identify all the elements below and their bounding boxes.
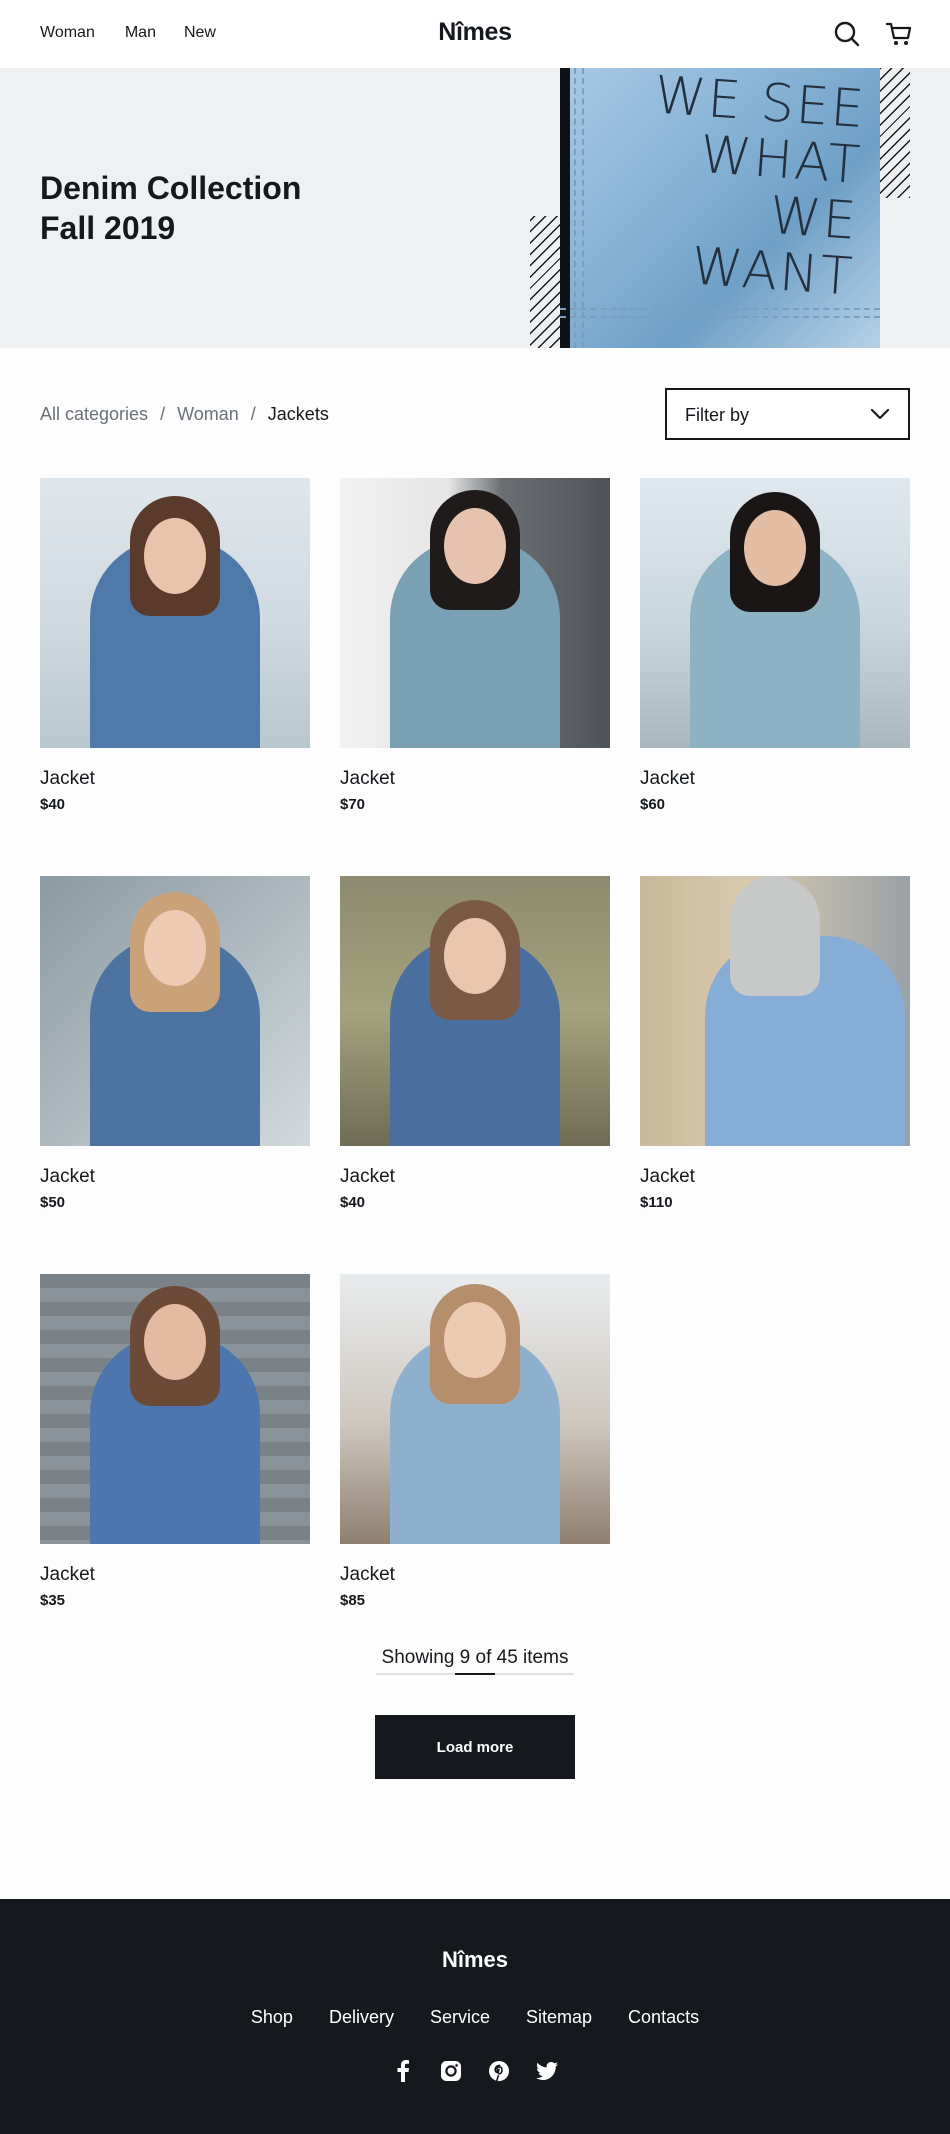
product-photo — [40, 876, 310, 1146]
items-progress-fill — [455, 1673, 495, 1675]
product-name: Jacket — [40, 1564, 95, 1585]
hero-image-shadow — [560, 68, 570, 348]
hero-title: Denim Collection Fall 2019 — [40, 168, 360, 248]
product-price: $40 — [40, 796, 66, 813]
footer-links: Shop Delivery Service Sitemap Contacts — [0, 2007, 950, 2028]
footer-logo[interactable]: Nîmes — [0, 1947, 950, 1973]
product-photo — [40, 478, 310, 748]
product-price: $50 — [40, 1194, 66, 1211]
product-price: $35 — [40, 1592, 66, 1609]
product-card[interactable]: Jacket $35 — [40, 1274, 310, 1609]
product-price: $110 — [640, 1194, 673, 1211]
breadcrumb-separator: / — [160, 404, 166, 424]
social-links — [0, 2059, 950, 2083]
footer-link-delivery[interactable]: Delivery — [329, 2007, 394, 2028]
product-photo — [40, 1274, 310, 1544]
model-face — [444, 918, 506, 994]
product-card[interactable]: Jacket $85 — [340, 1274, 610, 1609]
product-name: Jacket — [340, 768, 395, 789]
product-photo — [640, 876, 910, 1146]
product-photo — [340, 1274, 610, 1544]
cart-icon[interactable] — [886, 21, 912, 47]
model-face — [444, 508, 506, 584]
catalog-toolbar: All categories / Woman / Jackets Filter … — [0, 348, 950, 478]
site-header: Woman Man New Nîmes — [0, 0, 950, 68]
product-name: Jacket — [640, 768, 695, 789]
product-name: Jacket — [340, 1166, 395, 1187]
product-name: Jacket — [40, 768, 95, 789]
footer-link-contacts[interactable]: Contacts — [628, 2007, 699, 2028]
hero-title-line2: Fall 2019 — [40, 210, 176, 246]
header-actions — [834, 21, 912, 47]
model-face — [144, 518, 206, 594]
hero-image-hem — [560, 308, 880, 318]
model-face — [444, 1302, 506, 1378]
facebook-icon[interactable] — [391, 2059, 415, 2083]
product-price: $85 — [340, 1592, 366, 1609]
site-logo[interactable]: Nîmes — [0, 18, 950, 47]
search-icon[interactable] — [834, 21, 860, 47]
product-name: Jacket — [340, 1564, 395, 1585]
product-price: $40 — [340, 1194, 366, 1211]
hero-image-seam — [574, 68, 584, 348]
footer-link-sitemap[interactable]: Sitemap — [526, 2007, 592, 2028]
model-hair — [730, 876, 820, 996]
breadcrumb-all-categories[interactable]: All categories — [40, 404, 148, 425]
product-photo — [340, 478, 610, 748]
instagram-icon[interactable] — [439, 2059, 463, 2083]
twitter-icon[interactable] — [535, 2059, 559, 2083]
product-card[interactable]: Jacket $50 — [40, 876, 310, 1211]
footer-link-shop[interactable]: Shop — [251, 2007, 293, 2028]
model-face — [744, 510, 806, 586]
breadcrumb-current: Jackets — [267, 404, 329, 424]
breadcrumb-separator: / — [250, 404, 256, 424]
product-photo — [340, 876, 610, 1146]
product-card[interactable]: Jacket $40 — [340, 876, 610, 1211]
product-price: $60 — [640, 796, 666, 813]
chevron-down-icon — [870, 406, 890, 427]
hero-image-handwriting: WE SEE WHAT WE WANT — [652, 68, 868, 308]
product-card[interactable]: Jacket $70 — [340, 478, 610, 813]
product-name: Jacket — [40, 1166, 95, 1187]
hatch-pattern-left — [530, 216, 562, 348]
footer-link-service[interactable]: Service — [430, 2007, 490, 2028]
site-footer: Nîmes Shop Delivery Service Sitemap Cont… — [0, 1899, 950, 2134]
hatch-pattern-right — [880, 68, 910, 198]
product-card[interactable]: Jacket $40 — [40, 478, 310, 813]
filter-dropdown[interactable]: Filter by — [665, 388, 910, 440]
model-face — [144, 1304, 206, 1380]
load-more-button[interactable]: Load more — [375, 1715, 575, 1779]
product-card[interactable]: Jacket $60 — [640, 478, 910, 813]
hero-image: WE SEE WHAT WE WANT — [560, 68, 880, 348]
pinterest-icon[interactable] — [487, 2059, 511, 2083]
hero-banner: Denim Collection Fall 2019 WE SEE WHAT W… — [0, 68, 950, 348]
hero-title-line1: Denim Collection — [40, 170, 302, 206]
breadcrumb-woman[interactable]: Woman — [177, 404, 239, 425]
items-progress-bar — [376, 1673, 574, 1675]
product-price: $70 — [340, 796, 366, 813]
breadcrumb: All categories / Woman / Jackets — [40, 404, 329, 425]
model-face — [144, 910, 206, 986]
product-photo — [640, 478, 910, 748]
product-card[interactable]: Jacket $110 — [640, 876, 910, 1211]
product-name: Jacket — [640, 1166, 695, 1187]
items-count-text: Showing 9 of 45 items — [381, 1647, 569, 1668]
filter-label: Filter by — [685, 405, 750, 425]
